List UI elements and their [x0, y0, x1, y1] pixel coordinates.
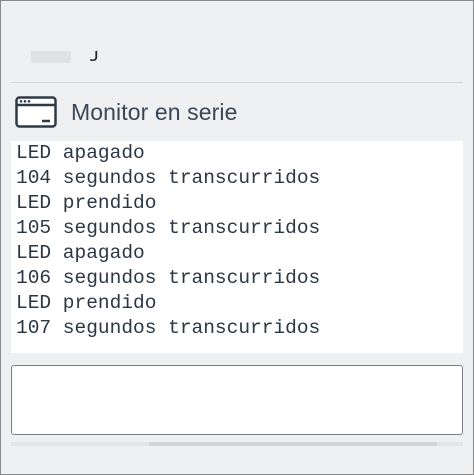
output-line: 106 segundos transcurridos: [16, 267, 321, 289]
output-lines: LED apagado 104 segundos transcurridos LED…: [11, 141, 463, 341]
output-line: LED apagado: [16, 142, 145, 164]
output-line: 107 segundos transcurridos: [16, 317, 321, 339]
horizontal-scrollbar[interactable]: [11, 442, 463, 446]
output-line: 104 segundos transcurridos: [16, 167, 321, 189]
serial-input-field[interactable]: [11, 365, 463, 435]
output-line: LED prendido: [16, 192, 157, 214]
divider: [11, 82, 463, 83]
clipped-previous-row: j: [11, 51, 463, 79]
clipped-element: [31, 51, 71, 63]
output-line: LED prendido: [16, 292, 157, 314]
serial-output[interactable]: LED apagado 104 segundos transcurridos LED…: [11, 141, 463, 353]
serial-monitor-header: Monitor en serie: [11, 89, 463, 135]
serial-monitor-window-icon: [15, 96, 57, 128]
serial-monitor-window: j Monitor en serie LED apagado 104 segund…: [0, 0, 474, 475]
clipped-glyph: j: [89, 51, 102, 64]
output-line: 105 segundos transcurridos: [16, 217, 321, 239]
output-line: LED apagado: [16, 242, 145, 264]
panel-title: Monitor en serie: [71, 98, 238, 125]
scrollbar-thumb[interactable]: [149, 442, 437, 446]
